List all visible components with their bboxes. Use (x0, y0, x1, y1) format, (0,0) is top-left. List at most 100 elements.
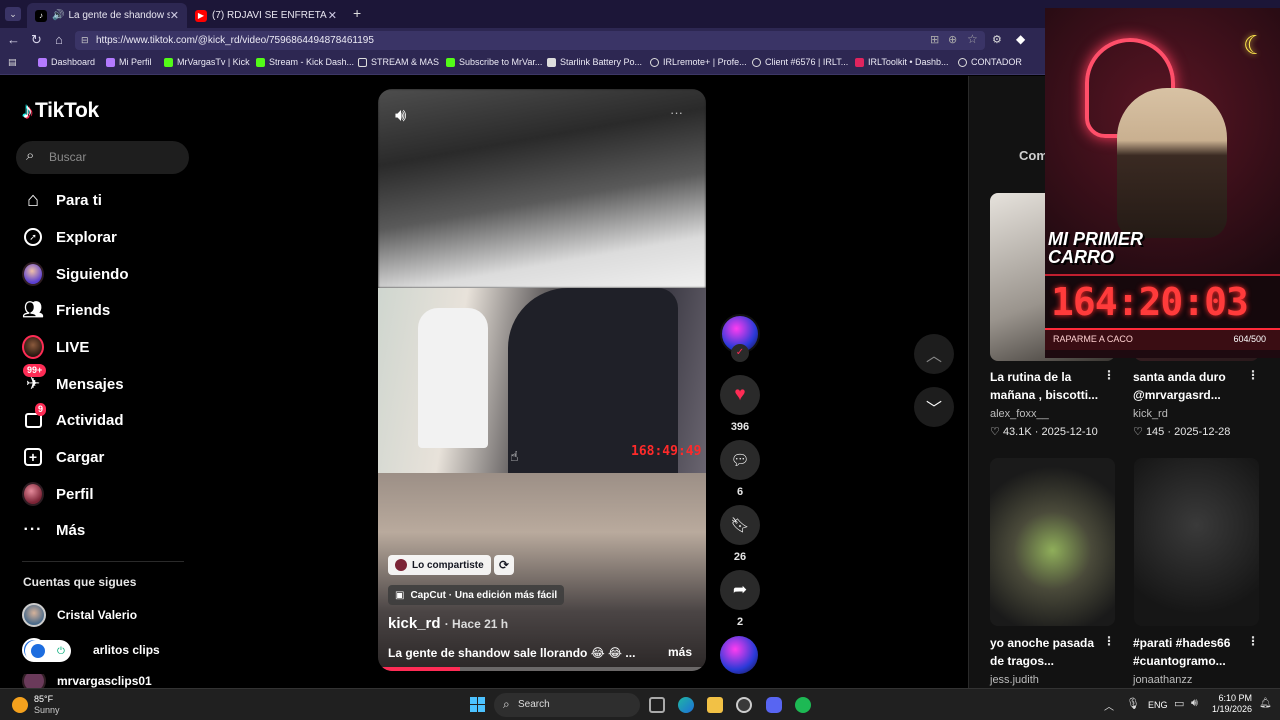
notifications-icon[interactable]: 🔔︎ (1259, 698, 1272, 709)
card-more-icon[interactable]: ⋮ (1103, 368, 1115, 382)
progress-fill (378, 667, 460, 671)
url-input[interactable]: ⊟ https://www.tiktok.com/@kick_rd/video/… (75, 31, 985, 50)
nav-live[interactable]: LIVE (22, 334, 89, 360)
spotify-icon[interactable] (795, 697, 811, 713)
home-icon: ⌂ (26, 188, 40, 211)
bookmark-subscribe[interactable]: Subscribe to MrVar... (446, 57, 542, 67)
new-tab-button[interactable]: + (353, 5, 361, 21)
following-item[interactable]: ⏻ arlitos clips (22, 638, 160, 662)
tray-chevron-icon[interactable]: ︿ (1104, 698, 1114, 713)
volume-icon[interactable]: 🔊︎ (395, 105, 406, 126)
avatar (395, 559, 407, 571)
bookmarks-menu-icon[interactable]: ▤ (8, 57, 17, 68)
card-more-icon[interactable]: ⋮ (1247, 634, 1259, 648)
close-tab-icon[interactable]: ✕ (328, 9, 337, 22)
video-author[interactable]: kick_rd · Hace 21 h (388, 615, 508, 632)
previous-video-button[interactable]: ︿ (914, 334, 954, 374)
nav-mensajes[interactable]: ✈ 99+ Mensajes (22, 364, 124, 397)
like-button[interactable]: ♥ (720, 375, 760, 415)
microphone-icon[interactable]: 🎙︎ (1126, 697, 1140, 710)
save-count: 26 (733, 551, 747, 563)
taskbar-search[interactable]: ⌕ Search (494, 693, 640, 717)
network-icon[interactable]: ▭ (1174, 697, 1184, 710)
nav-actividad[interactable]: 9 Actividad (22, 403, 124, 433)
card-user[interactable]: jess.judith (990, 674, 1039, 686)
repost-button[interactable]: ⟳ (494, 555, 515, 575)
following-item[interactable]: Cristal Valerio (22, 603, 137, 627)
caption-more-button[interactable]: más (668, 645, 692, 659)
search-input[interactable]: ⌕ Buscar (16, 141, 189, 174)
card-title[interactable]: #parati #hades66 #cuantogramo... (1133, 634, 1243, 670)
site-info-icon[interactable]: ⊟ (81, 31, 89, 50)
nav-friends[interactable]: 👥︎ Friends (22, 297, 110, 323)
shared-pill[interactable]: Lo compartiste (388, 555, 491, 575)
bookmark-contador[interactable]: CONTADOR (958, 57, 1022, 67)
card-title[interactable]: santa anda duro @mrvargasrd... (1133, 368, 1243, 404)
nav-cargar[interactable]: + Cargar (22, 444, 104, 470)
video-thumbnail[interactable] (990, 458, 1115, 626)
home-browser-icon[interactable]: ⌂ (55, 32, 63, 47)
discord-icon[interactable] (766, 697, 782, 713)
sound-disc-icon[interactable] (720, 636, 758, 674)
weather-widget[interactable]: 85°F Sunny (12, 694, 60, 716)
following-item[interactable]: mrvargasclips01 (22, 674, 152, 688)
nav-para-ti[interactable]: ⌂ Para ti (22, 187, 102, 213)
tiktok-note-icon: ♪ (22, 98, 33, 123)
video-thumbnail[interactable] (1134, 458, 1259, 626)
back-icon[interactable]: ← (7, 32, 20, 47)
nav-mas[interactable]: ··· Más (22, 517, 86, 543)
video-player[interactable]: 168:49:49 ☝ 🔊︎ ··· Lo compartiste ⟳ ▣ Ca… (378, 89, 706, 671)
nav-explorar[interactable]: ➚ Explorar (22, 224, 117, 250)
app-available-icon[interactable]: ⊞ (930, 33, 939, 46)
bookmark-irltoolkit[interactable]: IRLToolkit • Dashb... (855, 57, 949, 67)
clock[interactable]: 6:10 PM 1/19/2026 (1212, 693, 1252, 715)
start-button[interactable] (470, 697, 485, 712)
tiktok-logo[interactable]: ♪ TikTok (22, 98, 99, 124)
card-user[interactable]: alex_foxx__ (990, 408, 1049, 420)
tab-tiktok[interactable]: ♪ 🔊 La gente de shandow sale llor ✕ (27, 3, 187, 28)
tab-youtube[interactable]: ▶ (7) RDJAVI SE ENFRETA A SHAN2 E ✕ (187, 3, 345, 28)
bookmark-client[interactable]: Client #6576 | IRLT... (752, 57, 848, 67)
bookmark-mi-perfil[interactable]: Mi Perfil (106, 57, 152, 67)
next-video-button[interactable]: ﹀ (914, 387, 954, 427)
card-title[interactable]: yo anoche pasada de tragos... (990, 634, 1100, 670)
friends-icon: 👥︎ (22, 300, 44, 319)
tab-comments[interactable]: Com (1019, 148, 1048, 163)
language-indicator[interactable]: ENG (1148, 700, 1168, 710)
heart-outline-icon: ♡ (990, 426, 1000, 438)
card-user[interactable]: jonaathanzz (1133, 674, 1192, 686)
bookmark-mrvargastv-kick[interactable]: MrVargasTv | Kick (164, 57, 250, 67)
comment-button[interactable]: 💬︎ (720, 440, 760, 480)
bookmark-dashboard[interactable]: Dashboard (38, 57, 95, 67)
edge-icon[interactable] (678, 697, 694, 713)
video-caption: La gente de shandow sale llorando 😂 😂 ..… (388, 646, 636, 660)
bookmark-stream-mas[interactable]: STREAM & MAS (358, 57, 439, 67)
nav-siguiendo[interactable]: Siguiendo (22, 261, 129, 287)
bookmark-irlremote[interactable]: IRLremote+ | Profe... (650, 57, 747, 67)
refresh-icon[interactable]: ↻ (31, 32, 42, 48)
zoom-icon[interactable]: ⊕ (948, 33, 957, 46)
bookmark-stream-kick[interactable]: Stream - Kick Dash... (256, 57, 354, 67)
capcut-pill[interactable]: ▣ CapCut · Una edición más fácil (388, 585, 565, 605)
obs-icon[interactable] (736, 697, 752, 713)
file-explorer-icon[interactable] (707, 697, 723, 713)
bookmark-starlink[interactable]: Starlink Battery Po... (547, 57, 642, 67)
extensions-icon[interactable]: ⚙ (992, 33, 1002, 46)
card-more-icon[interactable]: ⋮ (1103, 634, 1115, 648)
follow-check-icon[interactable]: ✓ (731, 344, 749, 362)
card-user[interactable]: kick_rd (1133, 408, 1168, 420)
card-title[interactable]: La rutina de la mañana , biscotti... (990, 368, 1100, 404)
video-more-icon[interactable]: ··· (670, 105, 683, 120)
close-tab-icon[interactable]: ✕ (170, 9, 179, 22)
folder-icon (358, 57, 367, 67)
share-button[interactable]: ➦ (720, 570, 760, 610)
volume-tray-icon[interactable]: 🔊︎ (1191, 697, 1198, 710)
favorite-star-icon[interactable]: ☆ (967, 32, 978, 46)
tab-list-button[interactable]: ⌄ (5, 7, 21, 21)
card-more-icon[interactable]: ⋮ (1247, 368, 1259, 382)
task-view-icon[interactable] (649, 697, 665, 713)
progress-track[interactable] (378, 667, 706, 671)
save-button[interactable]: 🔖︎ (720, 505, 760, 545)
extension-diamond-icon[interactable]: ◆ (1016, 32, 1025, 46)
nav-perfil[interactable]: Perfil (22, 481, 94, 507)
